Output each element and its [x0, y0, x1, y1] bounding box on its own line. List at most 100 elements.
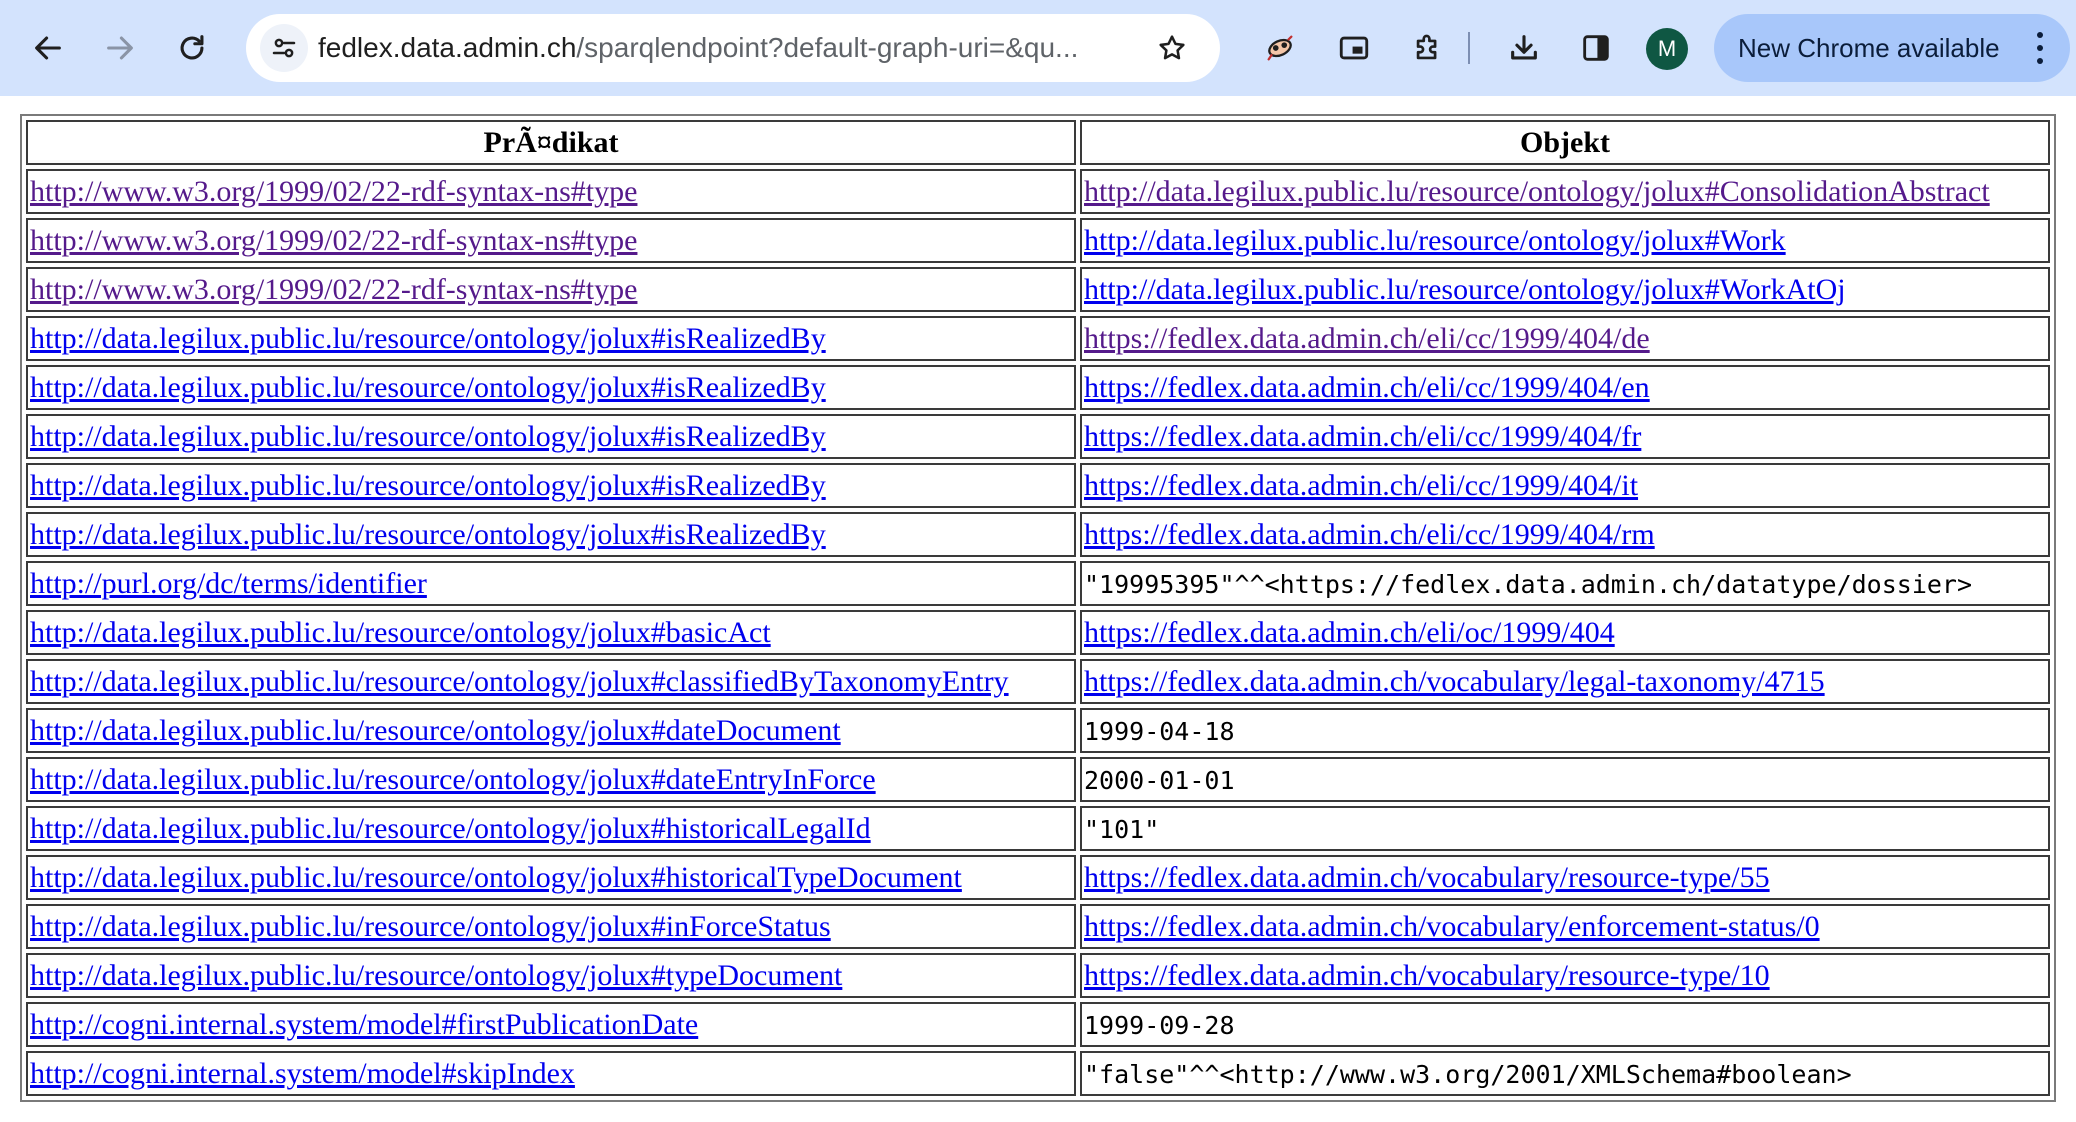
predicate-link[interactable]: http://data.legilux.public.lu/resource/o…	[30, 469, 826, 502]
table-row: http://www.w3.org/1999/02/22-rdf-syntax-…	[26, 218, 2050, 263]
predicate-cell: http://data.legilux.public.lu/resource/o…	[26, 904, 1076, 949]
table-row: http://data.legilux.public.lu/resource/o…	[26, 708, 2050, 753]
back-button[interactable]	[20, 20, 76, 76]
address-bar[interactable]: fedlex.data.admin.ch/sparqlendpoint?defa…	[246, 14, 1220, 82]
predicate-link[interactable]: http://purl.org/dc/terms/identifier	[30, 567, 427, 600]
object-link[interactable]: https://fedlex.data.admin.ch/vocabulary/…	[1084, 959, 1770, 992]
object-cell: http://data.legilux.public.lu/resource/o…	[1080, 169, 2050, 214]
predicate-link[interactable]: http://data.legilux.public.lu/resource/o…	[30, 371, 826, 404]
star-icon	[1159, 35, 1185, 60]
predicate-link[interactable]: http://data.legilux.public.lu/resource/o…	[30, 910, 831, 943]
object-link[interactable]: https://fedlex.data.admin.ch/eli/cc/1999…	[1084, 469, 1638, 502]
predicate-link[interactable]: http://data.legilux.public.lu/resource/o…	[30, 861, 962, 894]
table-row: http://cogni.internal.system/model#skipI…	[26, 1051, 2050, 1096]
toolbar-separator	[1468, 32, 1470, 64]
bookmark-star-button[interactable]	[1152, 28, 1192, 68]
predicate-link[interactable]: http://cogni.internal.system/model#skipI…	[30, 1057, 575, 1090]
url-host: fedlex.data.admin.ch	[318, 32, 577, 63]
object-link[interactable]: https://fedlex.data.admin.ch/eli/cc/1999…	[1084, 518, 1655, 551]
predicate-cell: http://data.legilux.public.lu/resource/o…	[26, 708, 1076, 753]
predicate-link[interactable]: http://data.legilux.public.lu/resource/o…	[30, 714, 841, 747]
object-literal: "false"^^<http://www.w3.org/2001/XMLSche…	[1084, 1059, 1852, 1089]
object-cell: "101"	[1080, 806, 2050, 851]
table-row: http://data.legilux.public.lu/resource/o…	[26, 365, 2050, 410]
predicate-link[interactable]: http://data.legilux.public.lu/resource/o…	[30, 763, 876, 796]
predicate-cell: http://www.w3.org/1999/02/22-rdf-syntax-…	[26, 267, 1076, 312]
table-row: http://cogni.internal.system/model#first…	[26, 1002, 2050, 1047]
predicate-link[interactable]: http://data.legilux.public.lu/resource/o…	[30, 322, 826, 355]
object-cell: https://fedlex.data.admin.ch/vocabulary/…	[1080, 855, 2050, 900]
predicate-link[interactable]: http://data.legilux.public.lu/resource/o…	[30, 959, 842, 992]
object-cell: 1999-04-18	[1080, 708, 2050, 753]
object-literal: 1999-09-28	[1084, 1010, 1235, 1040]
predicate-cell: http://cogni.internal.system/model#skipI…	[26, 1051, 1076, 1096]
predicate-link[interactable]: http://cogni.internal.system/model#first…	[30, 1008, 698, 1041]
object-link[interactable]: http://data.legilux.public.lu/resource/o…	[1084, 224, 1786, 257]
predicate-cell: http://data.legilux.public.lu/resource/o…	[26, 659, 1076, 704]
table-row: http://purl.org/dc/terms/identifier "199…	[26, 561, 2050, 606]
predicate-cell: http://data.legilux.public.lu/resource/o…	[26, 365, 1076, 410]
predicate-cell: http://www.w3.org/1999/02/22-rdf-syntax-…	[26, 169, 1076, 214]
object-cell: https://fedlex.data.admin.ch/eli/cc/1999…	[1080, 414, 2050, 459]
object-cell: "false"^^<http://www.w3.org/2001/XMLSche…	[1080, 1051, 2050, 1096]
header-predicate: PrÃ¤dikat	[26, 120, 1076, 165]
table-row: http://www.w3.org/1999/02/22-rdf-syntax-…	[26, 169, 2050, 214]
side-panel-button[interactable]	[1572, 24, 1620, 72]
predicate-link[interactable]: http://data.legilux.public.lu/resource/o…	[30, 616, 771, 649]
object-link[interactable]: https://fedlex.data.admin.ch/vocabulary/…	[1084, 910, 1820, 943]
reload-icon	[180, 35, 204, 60]
object-cell: 2000-01-01	[1080, 757, 2050, 802]
predicate-link[interactable]: http://data.legilux.public.lu/resource/o…	[30, 420, 826, 453]
browser-toolbar: fedlex.data.admin.ch/sparqlendpoint?defa…	[0, 0, 2076, 96]
object-literal: 1999-04-18	[1084, 716, 1235, 746]
object-link[interactable]: https://fedlex.data.admin.ch/vocabulary/…	[1084, 665, 1825, 698]
table-row: http://data.legilux.public.lu/resource/o…	[26, 953, 2050, 998]
predicate-cell: http://data.legilux.public.lu/resource/o…	[26, 414, 1076, 459]
table-row: http://data.legilux.public.lu/resource/o…	[26, 904, 2050, 949]
table-row: http://data.legilux.public.lu/resource/o…	[26, 855, 2050, 900]
url-text[interactable]: fedlex.data.admin.ch/sparqlendpoint?defa…	[318, 14, 1138, 82]
object-cell: http://data.legilux.public.lu/resource/o…	[1080, 267, 2050, 312]
new-chrome-available-button[interactable]: New Chrome available	[1714, 14, 2070, 82]
update-chip-label: New Chrome available	[1738, 32, 2000, 63]
object-cell: https://fedlex.data.admin.ch/eli/cc/1999…	[1080, 512, 2050, 557]
extension-lens-icon	[1267, 35, 1293, 61]
table-row: http://data.legilux.public.lu/resource/o…	[26, 806, 2050, 851]
object-link[interactable]: http://data.legilux.public.lu/resource/o…	[1084, 273, 1846, 306]
table-row: http://data.legilux.public.lu/resource/o…	[26, 610, 2050, 655]
object-cell: https://fedlex.data.admin.ch/vocabulary/…	[1080, 659, 2050, 704]
predicate-link[interactable]: http://data.legilux.public.lu/resource/o…	[30, 812, 871, 845]
picture-in-picture-button[interactable]	[1330, 24, 1378, 72]
object-link[interactable]: https://fedlex.data.admin.ch/eli/cc/1999…	[1084, 371, 1650, 404]
url-path: /sparqlendpoint?default-graph-uri=&qu...	[576, 32, 1079, 63]
object-cell: https://fedlex.data.admin.ch/eli/oc/1999…	[1080, 610, 2050, 655]
extensions-button[interactable]	[1404, 24, 1452, 72]
predicate-link[interactable]: http://www.w3.org/1999/02/22-rdf-syntax-…	[30, 224, 637, 257]
predicate-cell: http://data.legilux.public.lu/resource/o…	[26, 855, 1076, 900]
forward-arrow-icon	[107, 36, 133, 60]
predicate-link[interactable]: http://www.w3.org/1999/02/22-rdf-syntax-…	[30, 273, 637, 306]
predicate-link[interactable]: http://www.w3.org/1999/02/22-rdf-syntax-…	[30, 175, 637, 208]
object-link[interactable]: https://fedlex.data.admin.ch/eli/cc/1999…	[1084, 420, 1641, 453]
object-link[interactable]: https://fedlex.data.admin.ch/eli/cc/1999…	[1084, 322, 1650, 355]
downloads-button[interactable]	[1500, 24, 1548, 72]
reload-button[interactable]	[164, 20, 220, 76]
sparql-results-table: PrÃ¤dikat Objekt http://www.w3.org/1999/…	[20, 114, 2056, 1102]
object-link[interactable]: http://data.legilux.public.lu/resource/o…	[1084, 175, 1990, 208]
profile-avatar[interactable]: M	[1646, 28, 1688, 70]
object-cell: https://fedlex.data.admin.ch/eli/cc/1999…	[1080, 365, 2050, 410]
predicate-cell: http://data.legilux.public.lu/resource/o…	[26, 953, 1076, 998]
object-literal: "101"	[1084, 814, 1160, 844]
predicate-link[interactable]: http://data.legilux.public.lu/resource/o…	[30, 518, 826, 551]
predicate-cell: http://data.legilux.public.lu/resource/o…	[26, 757, 1076, 802]
header-object: Objekt	[1080, 120, 2050, 165]
object-link[interactable]: https://fedlex.data.admin.ch/vocabulary/…	[1084, 861, 1770, 894]
object-cell: https://fedlex.data.admin.ch/eli/cc/1999…	[1080, 316, 2050, 361]
site-info-button[interactable]	[260, 24, 308, 72]
predicate-link[interactable]: http://data.legilux.public.lu/resource/o…	[30, 665, 1009, 698]
object-literal: 2000-01-01	[1084, 765, 1235, 795]
forward-button[interactable]	[92, 20, 148, 76]
object-link[interactable]: https://fedlex.data.admin.ch/eli/oc/1999…	[1084, 616, 1615, 649]
predicate-cell: http://www.w3.org/1999/02/22-rdf-syntax-…	[26, 218, 1076, 263]
extension-lens-button[interactable]	[1256, 24, 1304, 72]
